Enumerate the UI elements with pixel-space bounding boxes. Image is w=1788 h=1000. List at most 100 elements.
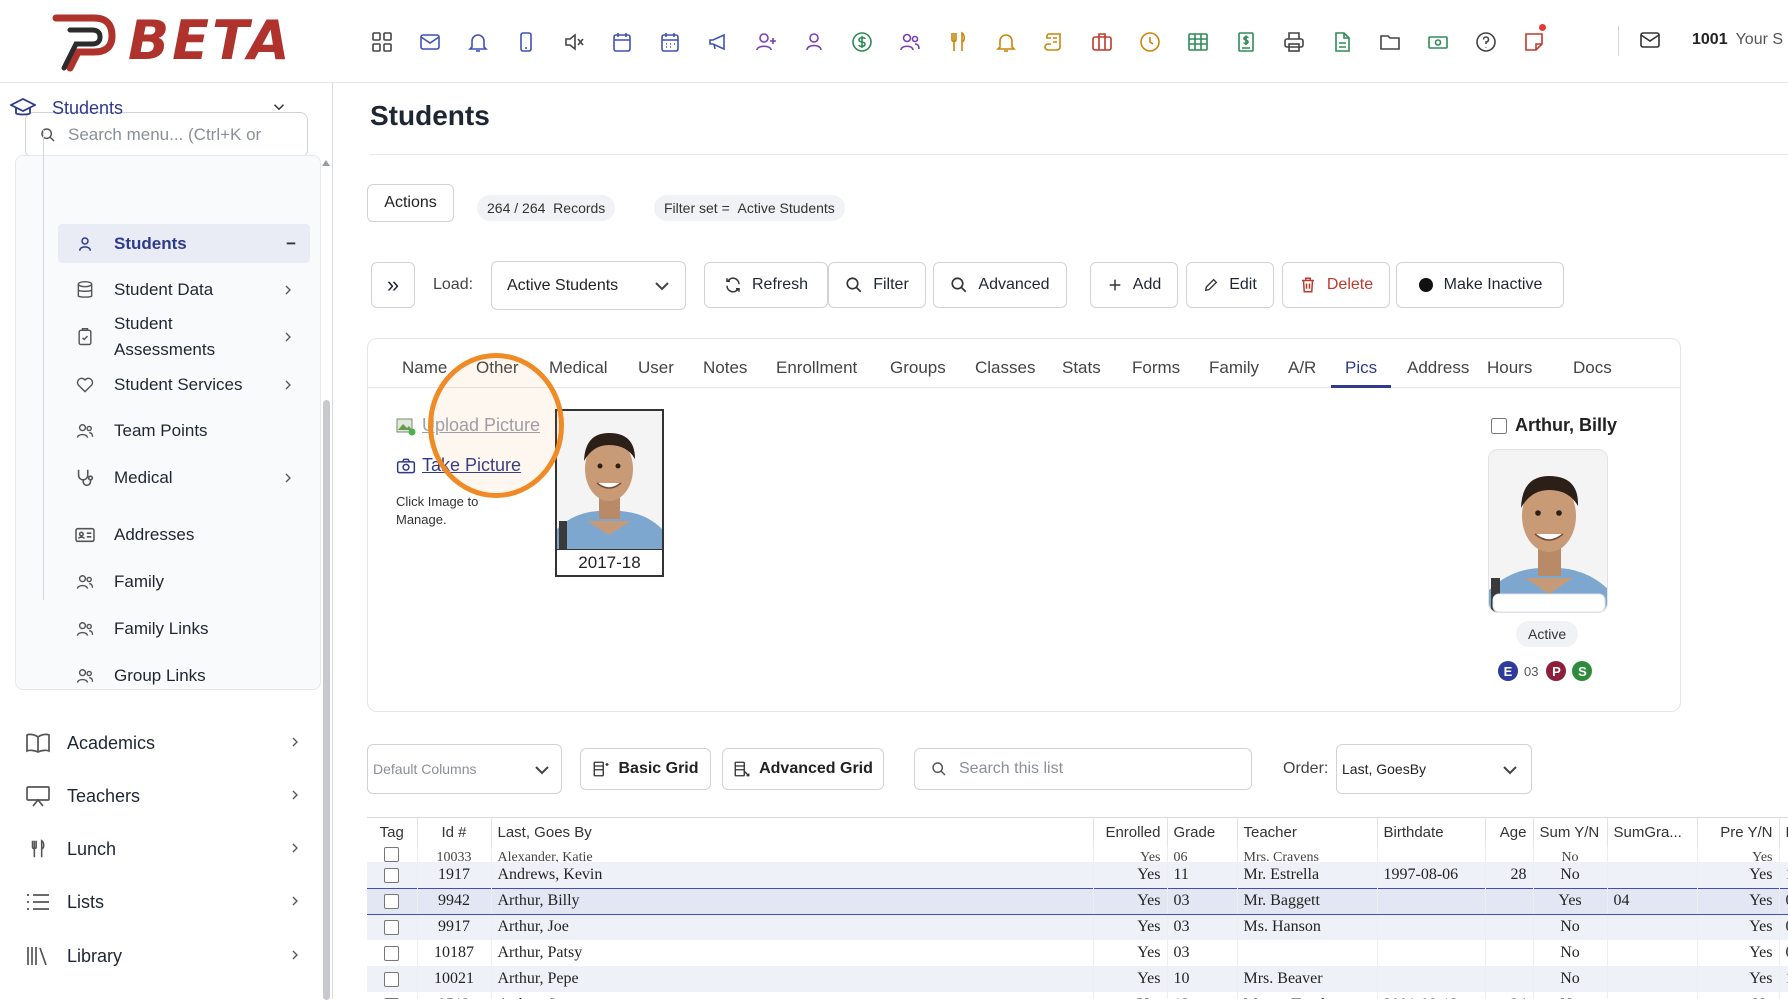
scroll-up-arrow[interactable] xyxy=(322,160,330,166)
tab-hours[interactable]: Hours xyxy=(1487,358,1532,378)
mobile-icon[interactable] xyxy=(506,22,546,62)
messages-icon[interactable] xyxy=(1638,28,1662,52)
row-tag-cell[interactable] xyxy=(367,914,418,940)
row-checkbox[interactable] xyxy=(384,945,400,961)
tab-pics[interactable]: Pics xyxy=(1345,358,1377,378)
col-tag[interactable]: Tag xyxy=(367,818,418,847)
help-icon[interactable] xyxy=(1466,22,1506,62)
sidebar-item-medical[interactable]: Medical xyxy=(58,458,310,497)
dollar-icon[interactable] xyxy=(842,22,882,62)
sidebar-item-lunch[interactable]: Lunch xyxy=(25,829,315,869)
sidebar-item-team-points[interactable]: Team Points xyxy=(58,411,310,450)
app-logo[interactable]: BETA xyxy=(50,8,292,74)
printer-icon[interactable] xyxy=(1274,22,1314,62)
bell-alert-icon[interactable] xyxy=(986,22,1026,62)
tab-groups[interactable]: Groups xyxy=(890,358,946,378)
col-grade[interactable]: Grade xyxy=(1167,818,1238,847)
add-user-icon[interactable] xyxy=(746,22,786,62)
tab-stats[interactable]: Stats xyxy=(1062,358,1101,378)
mail-icon[interactable] xyxy=(410,22,450,62)
row-tag-cell[interactable] xyxy=(367,992,418,999)
table-row[interactable]: 1917 Andrews, Kevin Yes 11 Mr. Estrella 1997-… xyxy=(367,862,1788,888)
sidebar-item-student-assessments[interactable]: Student Assessments xyxy=(58,311,310,363)
clock-icon[interactable] xyxy=(1130,22,1170,62)
edit-button[interactable]: Edit xyxy=(1186,262,1274,308)
col-p[interactable]: P xyxy=(1779,818,1788,847)
advanced-search-button[interactable]: Advanced xyxy=(933,262,1067,308)
add-button[interactable]: Add xyxy=(1090,262,1178,308)
col-sum-grade[interactable]: SumGra... xyxy=(1607,818,1698,847)
table-row[interactable]: 9942 Arthur, Billy Yes 03 Mr. Baggett Yes 04 Ye… xyxy=(367,887,1788,915)
tab-name[interactable]: Name xyxy=(402,358,447,378)
megaphone-icon[interactable] xyxy=(698,22,738,62)
refresh-button[interactable]: Refresh xyxy=(704,262,828,308)
user-icon[interactable] xyxy=(794,22,834,62)
table-row[interactable]: 10021Arthur, PepeYes10Mrs. BeaverNoYes1 xyxy=(367,966,1788,992)
tab-ar[interactable]: A/R xyxy=(1288,358,1316,378)
row-tag-cell[interactable] xyxy=(367,862,418,888)
table-row[interactable]: 9917Arthur, JoeYes03Ms. HansonNoYes0 xyxy=(367,914,1788,940)
tab-notes[interactable]: Notes xyxy=(703,358,747,378)
col-birthdate[interactable]: Birthdate xyxy=(1377,818,1486,847)
expand-panel-button[interactable]: » xyxy=(371,262,415,308)
cash-icon[interactable] xyxy=(1418,22,1458,62)
row-tag-cell[interactable] xyxy=(367,966,418,992)
col-id[interactable]: Id # xyxy=(417,818,492,847)
sidebar-item-students[interactable]: Students − xyxy=(58,224,310,263)
tab-other[interactable]: Other xyxy=(476,358,519,378)
col-name[interactable]: Last, Goes By xyxy=(491,818,1094,847)
actions-button[interactable]: Actions xyxy=(367,184,454,222)
profile-checkbox[interactable] xyxy=(1491,417,1507,434)
col-enrolled[interactable]: Enrolled xyxy=(1093,818,1168,847)
row-checkbox[interactable] xyxy=(384,920,400,936)
mute-icon[interactable] xyxy=(554,22,594,62)
users-icon[interactable] xyxy=(890,22,930,62)
briefcase-icon[interactable] xyxy=(1082,22,1122,62)
make-inactive-button[interactable]: Make Inactive xyxy=(1396,262,1564,308)
calendar-icon[interactable] xyxy=(602,22,642,62)
sidebar-item-family-links[interactable]: Family Links xyxy=(58,609,310,648)
sidebar-item-academics[interactable]: Academics xyxy=(25,723,315,763)
row-tag-cell[interactable] xyxy=(367,847,418,862)
columns-select[interactable]: Default Columns xyxy=(367,744,562,794)
student-picture-thumbnail[interactable]: 2017-18 xyxy=(555,409,664,577)
table-row[interactable]: 9512Arthur, SteveYes12Mary - Teacher2001… xyxy=(367,992,1788,999)
tab-medical[interactable]: Medical xyxy=(549,358,608,378)
col-pre-yn[interactable]: Pre Y/N xyxy=(1697,818,1780,847)
table-icon[interactable] xyxy=(1178,22,1218,62)
tab-classes[interactable]: Classes xyxy=(975,358,1035,378)
table-row[interactable]: 10187Arthur, PatsyYes03NoYes0 xyxy=(367,940,1788,966)
row-tag-cell[interactable] xyxy=(367,940,418,966)
user-menu[interactable]: 1001 Your S xyxy=(1692,31,1783,49)
tab-enrollment[interactable]: Enrollment xyxy=(776,358,857,378)
row-checkbox[interactable] xyxy=(384,893,400,909)
sidebar-item-addresses[interactable]: Addresses xyxy=(58,515,310,554)
tab-user[interactable]: User xyxy=(638,358,674,378)
list-search-input[interactable]: Search this list xyxy=(914,748,1252,790)
sidebar-item-family[interactable]: Family xyxy=(58,562,310,601)
tab-forms[interactable]: Forms xyxy=(1132,358,1180,378)
upload-picture-link[interactable]: Upload Picture xyxy=(396,415,540,436)
sidebar-item-student-data[interactable]: Student Data xyxy=(58,270,310,309)
sidebar-item-group-links[interactable]: Group Links xyxy=(58,656,310,695)
advanced-grid-button[interactable]: Advanced Grid xyxy=(722,748,884,790)
folder-icon[interactable] xyxy=(1370,22,1410,62)
invoice-icon[interactable] xyxy=(1226,22,1266,62)
col-teacher[interactable]: Teacher xyxy=(1237,818,1378,847)
load-select[interactable]: Active Students xyxy=(491,261,686,310)
tab-address[interactable]: Address xyxy=(1407,358,1469,378)
sidebar-scrollbar[interactable] xyxy=(323,400,330,1000)
sidebar-item-teachers[interactable]: Teachers xyxy=(25,776,315,816)
sidebar-section-students[interactable]: Students xyxy=(10,88,300,128)
row-checkbox[interactable] xyxy=(384,867,400,883)
tab-family[interactable]: Family xyxy=(1209,358,1259,378)
bell-icon[interactable] xyxy=(458,22,498,62)
table-row[interactable]: 10033 Alexander, Katie Yes 06 Mrs. Cravens No… xyxy=(367,847,1788,862)
tab-docs[interactable]: Docs xyxy=(1573,358,1612,378)
scroll-icon[interactable] xyxy=(1034,22,1074,62)
sticky-note-icon[interactable] xyxy=(1514,22,1554,62)
row-checkbox[interactable] xyxy=(384,847,400,862)
col-sum-yn[interactable]: Sum Y/N xyxy=(1533,818,1608,847)
apps-grid-icon[interactable] xyxy=(362,22,402,62)
sidebar-item-lists[interactable]: Lists xyxy=(25,882,315,922)
